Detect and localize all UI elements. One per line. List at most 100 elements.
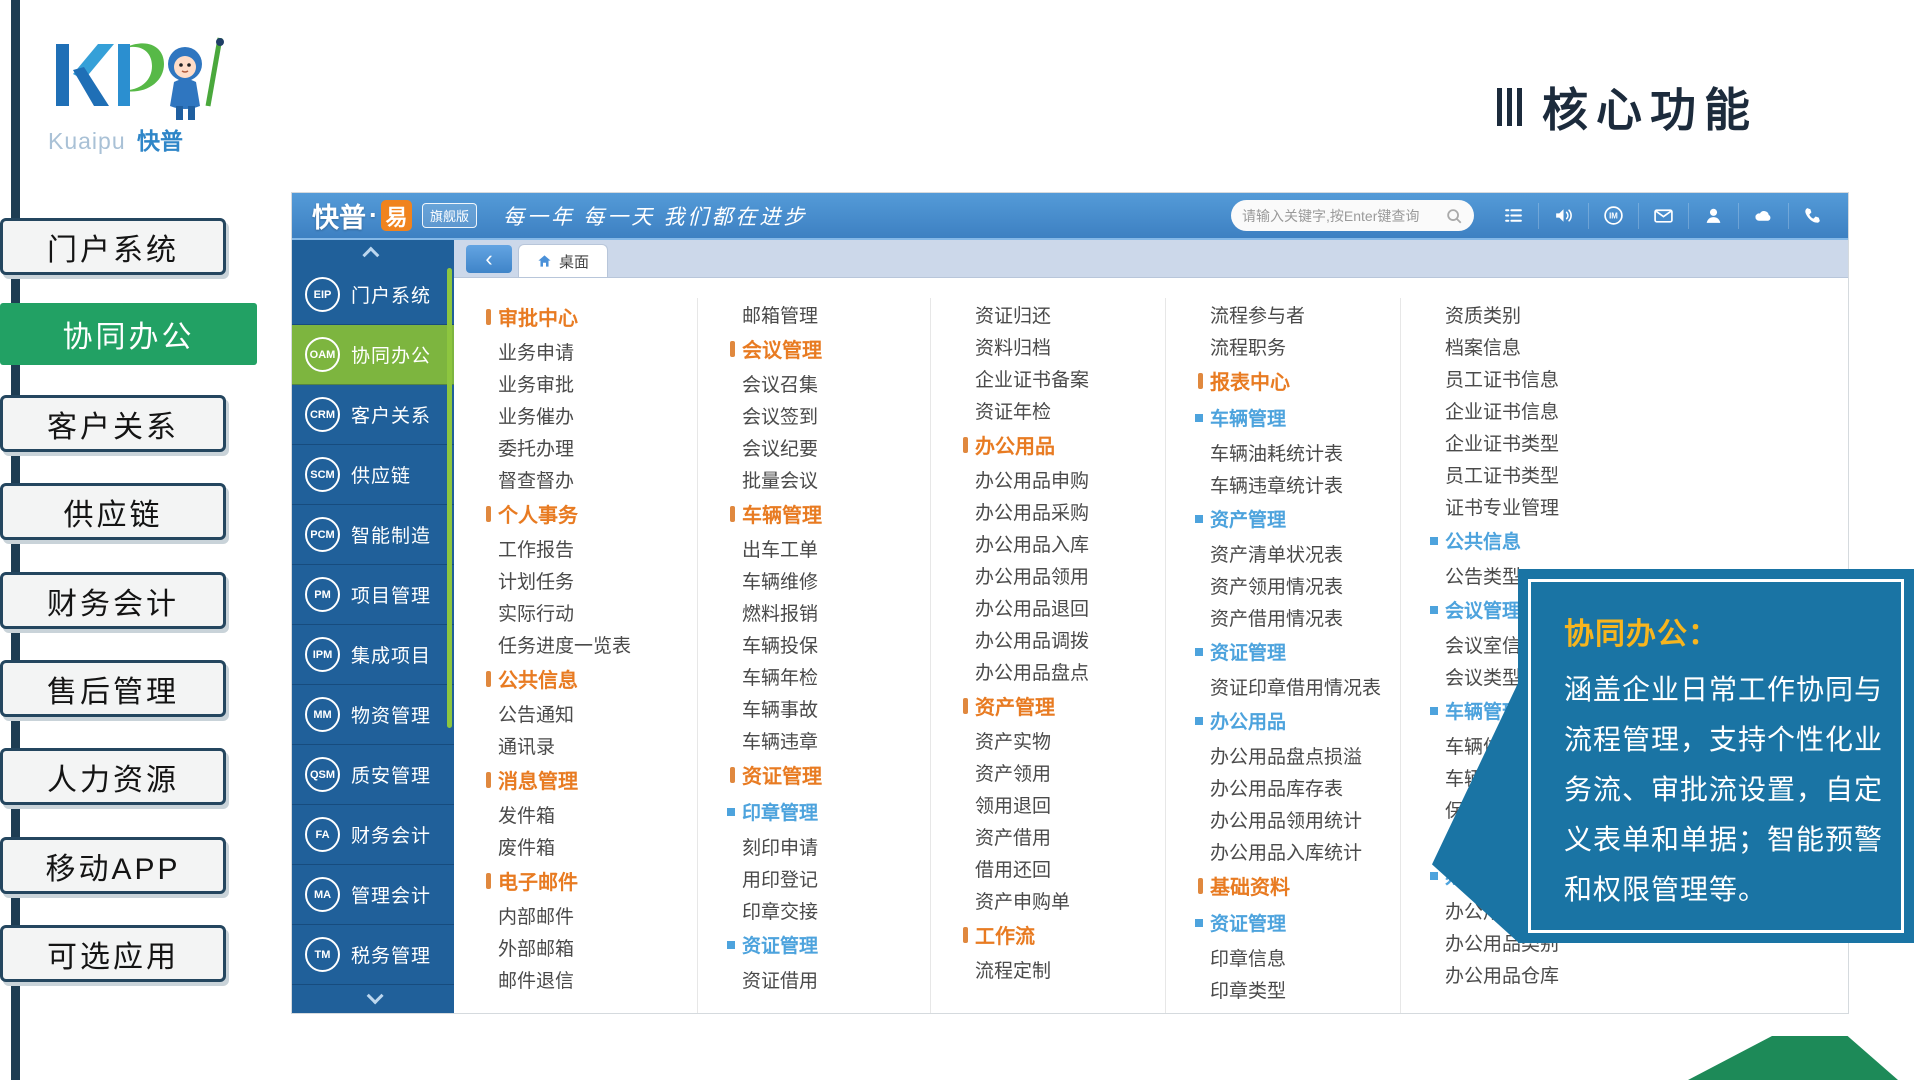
menu-item[interactable]: 车辆维修 bbox=[742, 564, 930, 596]
menu-item[interactable]: 办公用品库存表 bbox=[1210, 771, 1400, 803]
menu-item[interactable]: 员工证书信息 bbox=[1445, 362, 1848, 394]
menu-item[interactable]: 用印登记 bbox=[742, 862, 930, 894]
tab-desktop[interactable]: 桌面 bbox=[518, 244, 608, 277]
menu-item[interactable]: 资证印章借用情况表 bbox=[1210, 670, 1400, 702]
mail-icon[interactable] bbox=[1638, 203, 1688, 229]
menu-item[interactable]: 资产领用 bbox=[975, 756, 1165, 788]
back-button[interactable]: ‹ bbox=[466, 245, 512, 273]
menu-item[interactable]: 资证归还 bbox=[975, 298, 1165, 330]
menu-item[interactable]: 车辆年检 bbox=[742, 660, 930, 692]
menu-item[interactable]: 办公用品领用 bbox=[975, 559, 1165, 591]
nav-scroll-up[interactable] bbox=[292, 240, 454, 265]
sidebar-item-1[interactable]: 门户系统 bbox=[0, 218, 226, 275]
app-nav-item-eip[interactable]: EIP门户系统 bbox=[292, 265, 454, 325]
app-nav-item-pm[interactable]: PM项目管理 bbox=[292, 565, 454, 625]
menu-item[interactable]: 资产借用情况表 bbox=[1210, 601, 1400, 633]
nav-scrollbar[interactable] bbox=[447, 268, 452, 728]
menu-item[interactable]: 会议召集 bbox=[742, 367, 930, 399]
sidebar-item-8[interactable]: 移动APP bbox=[0, 837, 226, 894]
menu-item[interactable]: 督查督办 bbox=[498, 463, 697, 495]
menu-item[interactable]: 印章类型 bbox=[1210, 973, 1400, 1005]
menu-item[interactable]: 办公用品入库 bbox=[975, 527, 1165, 559]
menu-item[interactable]: 办公用品调拨 bbox=[975, 623, 1165, 655]
menu-item[interactable]: 业务申请 bbox=[498, 335, 697, 367]
menu-item[interactable]: 流程定制 bbox=[975, 953, 1165, 985]
sidebar-item-7[interactable]: 人力资源 bbox=[0, 748, 226, 805]
menu-item[interactable]: 委托办理 bbox=[498, 431, 697, 463]
menu-item[interactable]: 任务进度一览表 bbox=[498, 628, 697, 660]
sidebar-item-9[interactable]: 可选应用 bbox=[0, 925, 226, 982]
user-icon[interactable] bbox=[1688, 203, 1738, 229]
menu-item[interactable]: 发件箱 bbox=[498, 798, 697, 830]
menu-item[interactable]: 办公用品盘点损溢 bbox=[1210, 739, 1400, 771]
im-icon[interactable]: IM bbox=[1588, 203, 1638, 229]
menu-item[interactable]: 内部邮件 bbox=[498, 899, 697, 931]
menu-item[interactable]: 通讯录 bbox=[498, 729, 697, 761]
app-nav-item-fa[interactable]: FA财务会计 bbox=[292, 805, 454, 865]
menu-item[interactable]: 车辆违章 bbox=[742, 724, 930, 756]
menu-item[interactable]: 邮件退信 bbox=[498, 963, 697, 995]
speaker-icon[interactable] bbox=[1538, 203, 1588, 229]
menu-item[interactable]: 资产申购单 bbox=[975, 884, 1165, 916]
menu-item[interactable]: 出车工单 bbox=[742, 532, 930, 564]
phone-icon[interactable] bbox=[1788, 203, 1838, 229]
menu-item[interactable]: 资产清单状况表 bbox=[1210, 537, 1400, 569]
menu-item[interactable]: 企业证书备案 bbox=[975, 362, 1165, 394]
menu-item[interactable]: 资料归档 bbox=[975, 330, 1165, 362]
menu-item[interactable]: 资证借用 bbox=[742, 963, 930, 995]
menu-item[interactable]: 会议签到 bbox=[742, 399, 930, 431]
menu-item[interactable]: 办公用品盘点 bbox=[975, 655, 1165, 687]
menu-item[interactable]: 会议纪要 bbox=[742, 431, 930, 463]
menu-item[interactable]: 批量会议 bbox=[742, 463, 930, 495]
app-nav-item-ipm[interactable]: IPM集成项目 bbox=[292, 625, 454, 685]
menu-item[interactable]: 借用还回 bbox=[975, 852, 1165, 884]
nav-scroll-down[interactable] bbox=[292, 985, 454, 1010]
menu-item[interactable]: 公告通知 bbox=[498, 697, 697, 729]
sidebar-item-6[interactable]: 售后管理 bbox=[0, 660, 226, 717]
sidebar-item-5[interactable]: 财务会计 bbox=[0, 572, 226, 629]
app-nav-item-mm[interactable]: MM物资管理 bbox=[292, 685, 454, 745]
cloud-icon[interactable] bbox=[1738, 203, 1788, 229]
menu-item[interactable]: 车辆事故 bbox=[742, 692, 930, 724]
menu-item[interactable]: 外部邮箱 bbox=[498, 931, 697, 963]
search-input[interactable] bbox=[1242, 208, 1445, 224]
menu-item[interactable]: 领用退回 bbox=[975, 788, 1165, 820]
menu-item[interactable]: 邮箱管理 bbox=[742, 298, 930, 330]
menu-item[interactable]: 资产借用 bbox=[975, 820, 1165, 852]
menu-item[interactable]: 废件箱 bbox=[498, 830, 697, 862]
app-nav-item-tm[interactable]: TM税务管理 bbox=[292, 925, 454, 985]
menu-item[interactable]: 资质类别 bbox=[1445, 298, 1848, 330]
menu-item[interactable]: 资证年检 bbox=[975, 394, 1165, 426]
menu-item[interactable]: 办公用品采购 bbox=[975, 495, 1165, 527]
menu-item[interactable]: 车辆油耗统计表 bbox=[1210, 436, 1400, 468]
menu-item[interactable]: 计划任务 bbox=[498, 564, 697, 596]
menu-item[interactable]: 档案信息 bbox=[1445, 330, 1848, 362]
menu-item[interactable]: 流程职务 bbox=[1210, 330, 1400, 362]
menu-item[interactable]: 办公用品退回 bbox=[975, 591, 1165, 623]
menu-item[interactable]: 流程参与者 bbox=[1210, 298, 1400, 330]
app-nav-item-scm[interactable]: SCM供应链 bbox=[292, 445, 454, 505]
menu-item[interactable]: 工作报告 bbox=[498, 532, 697, 564]
menu-item[interactable]: 办公用品入库统计 bbox=[1210, 835, 1400, 867]
menu-item[interactable]: 企业证书信息 bbox=[1445, 394, 1848, 426]
menu-item[interactable]: 刻印申请 bbox=[742, 830, 930, 862]
app-nav-item-pcm[interactable]: PCM智能制造 bbox=[292, 505, 454, 565]
menu-item[interactable]: 办公用品领用统计 bbox=[1210, 803, 1400, 835]
search-box[interactable] bbox=[1231, 200, 1474, 231]
menu-item[interactable]: 车辆违章统计表 bbox=[1210, 468, 1400, 500]
menu-item[interactable]: 办公用品申购 bbox=[975, 463, 1165, 495]
menu-item[interactable]: 车辆投保 bbox=[742, 628, 930, 660]
menu-item[interactable]: 证书专业管理 bbox=[1445, 490, 1848, 522]
menu-item[interactable]: 印章交接 bbox=[742, 894, 930, 926]
menu-item[interactable]: 办公用品仓库 bbox=[1445, 958, 1848, 990]
menu-item[interactable]: 业务审批 bbox=[498, 367, 697, 399]
app-nav-item-crm[interactable]: CRM客户关系 bbox=[292, 385, 454, 445]
menu-item[interactable]: 资产领用情况表 bbox=[1210, 569, 1400, 601]
menu-item[interactable]: 企业证书类型 bbox=[1445, 426, 1848, 458]
sidebar-item-3[interactable]: 客户关系 bbox=[0, 395, 226, 452]
sidebar-item-2[interactable]: 协同办公 bbox=[0, 303, 257, 365]
app-nav-item-qsm[interactable]: QSM质安管理 bbox=[292, 745, 454, 805]
list-icon[interactable] bbox=[1488, 203, 1538, 229]
search-icon[interactable] bbox=[1445, 207, 1463, 225]
app-nav-item-oam[interactable]: OAM协同办公 bbox=[292, 325, 454, 385]
